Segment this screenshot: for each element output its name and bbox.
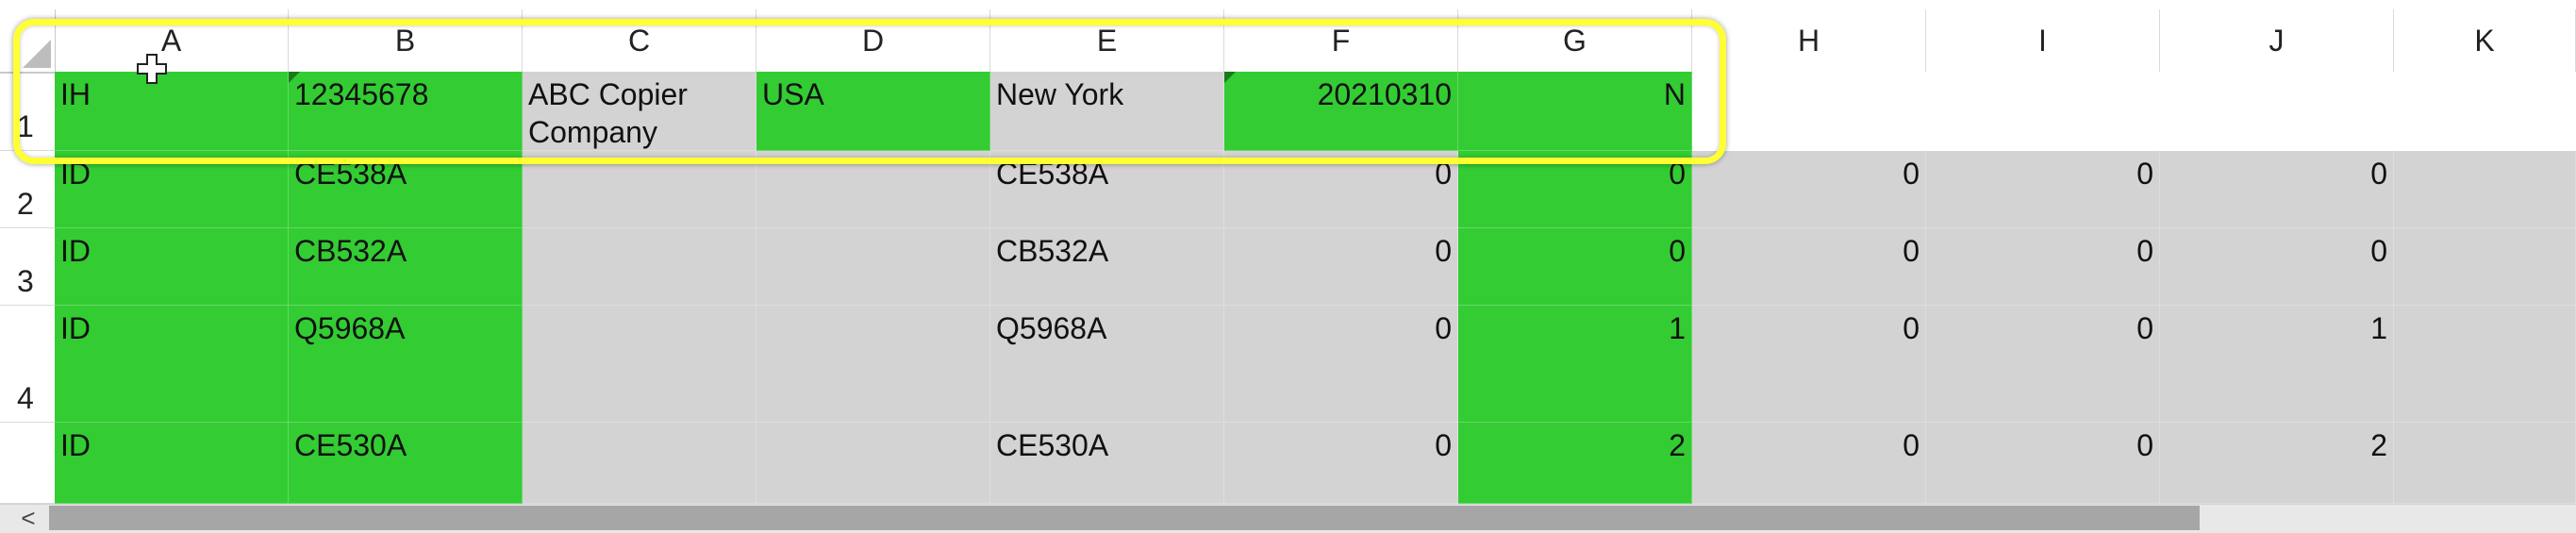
- cell-value: 0: [1903, 311, 1920, 345]
- cell-value: 0: [2136, 428, 2153, 462]
- cell-i4[interactable]: 0: [1926, 306, 2160, 423]
- cell-e4[interactable]: Q5968A: [990, 306, 1224, 423]
- cell-g5[interactable]: 2: [1458, 423, 1692, 504]
- cell-value: ID: [60, 234, 91, 268]
- cell-value: 1: [2370, 311, 2387, 345]
- cell-value: 0: [1435, 234, 1452, 268]
- column-header-k[interactable]: K: [2394, 9, 2576, 72]
- scroll-left-icon[interactable]: <: [9, 504, 47, 532]
- cell-d5[interactable]: [756, 423, 990, 504]
- cell-value: 2: [1669, 428, 1686, 462]
- cell-select-cursor-icon: [137, 54, 167, 84]
- cell-f4[interactable]: 0: [1224, 306, 1458, 423]
- cell-h2[interactable]: 0: [1692, 151, 1926, 228]
- cell-value: CB532A: [996, 234, 1109, 268]
- cell-i5[interactable]: 0: [1926, 423, 2160, 504]
- cell-c4[interactable]: [523, 306, 756, 423]
- cell-d3[interactable]: [756, 228, 990, 306]
- cell-f5[interactable]: 0: [1224, 423, 1458, 504]
- cell-value: CB532A: [294, 234, 407, 268]
- cell-c3[interactable]: [523, 228, 756, 306]
- column-header-j[interactable]: J: [2160, 9, 2394, 72]
- cell-j3[interactable]: 0: [2160, 228, 2394, 306]
- cell-j2[interactable]: 0: [2160, 151, 2394, 228]
- row-header-4[interactable]: 4: [0, 306, 55, 423]
- cell-k2[interactable]: [2394, 151, 2576, 228]
- yellow-highlight-box: [13, 19, 1726, 164]
- cell-h5[interactable]: 0: [1692, 423, 1926, 504]
- cell-i2[interactable]: 0: [1926, 151, 2160, 228]
- cell-j1[interactable]: [2160, 72, 2394, 151]
- cell-k4[interactable]: [2394, 306, 2576, 423]
- cell-value: 0: [2370, 234, 2387, 268]
- cell-b3[interactable]: CB532A: [289, 228, 523, 306]
- cell-value: CE530A: [294, 428, 407, 462]
- scrollbar-thumb[interactable]: [49, 506, 2200, 530]
- row-header-3[interactable]: 3: [0, 228, 55, 306]
- column-header-i[interactable]: I: [1926, 9, 2160, 72]
- cell-f3[interactable]: 0: [1224, 228, 1458, 306]
- cell-value: 0: [1669, 234, 1686, 268]
- cell-value: 0: [1903, 234, 1920, 268]
- cell-k3[interactable]: [2394, 228, 2576, 306]
- cell-h1[interactable]: [1692, 72, 1926, 151]
- cell-j5[interactable]: 2: [2160, 423, 2394, 504]
- cell-g4[interactable]: 1: [1458, 306, 1692, 423]
- cell-value: ID: [60, 311, 91, 345]
- cell-e5[interactable]: CE530A: [990, 423, 1224, 504]
- cell-a3[interactable]: ID: [55, 228, 289, 306]
- column-header-h[interactable]: H: [1692, 9, 1926, 72]
- cell-value: 0: [2136, 311, 2153, 345]
- cell-value: Q5968A: [294, 311, 406, 345]
- cell-value: Q5968A: [996, 311, 1107, 345]
- cell-e3[interactable]: CB532A: [990, 228, 1224, 306]
- cell-a5[interactable]: ID: [55, 423, 289, 504]
- cell-i3[interactable]: 0: [1926, 228, 2160, 306]
- cell-value: 0: [1903, 428, 1920, 462]
- row-header-5[interactable]: [0, 423, 55, 504]
- cell-value: ID: [60, 428, 91, 462]
- cell-h4[interactable]: 0: [1692, 306, 1926, 423]
- spreadsheet: ABCDEFGHIJK 1234 IH 12345678 ABC Copier Co…: [0, 0, 2576, 533]
- cell-b5[interactable]: CE530A: [289, 423, 523, 504]
- cell-a4[interactable]: ID: [55, 306, 289, 423]
- cell-d4[interactable]: [756, 306, 990, 423]
- cell-value: 2: [2370, 428, 2387, 462]
- cell-value: 0: [1435, 428, 1452, 462]
- cell-value: 0: [2136, 234, 2153, 268]
- cell-j4[interactable]: 1: [2160, 306, 2394, 423]
- cell-h3[interactable]: 0: [1692, 228, 1926, 306]
- cell-g3[interactable]: 0: [1458, 228, 1692, 306]
- cell-c5[interactable]: [523, 423, 756, 504]
- cell-value: 1: [1669, 311, 1686, 345]
- cell-value: 0: [2370, 157, 2387, 191]
- cell-i1[interactable]: [1926, 72, 2160, 151]
- cell-value: 0: [2136, 157, 2153, 191]
- cell-k5[interactable]: [2394, 423, 2576, 504]
- cell-value: 0: [1435, 311, 1452, 345]
- cell-k1[interactable]: [2394, 72, 2576, 151]
- cell-value: 0: [1903, 157, 1920, 191]
- cell-value: CE530A: [996, 428, 1109, 462]
- cell-b4[interactable]: Q5968A: [289, 306, 523, 423]
